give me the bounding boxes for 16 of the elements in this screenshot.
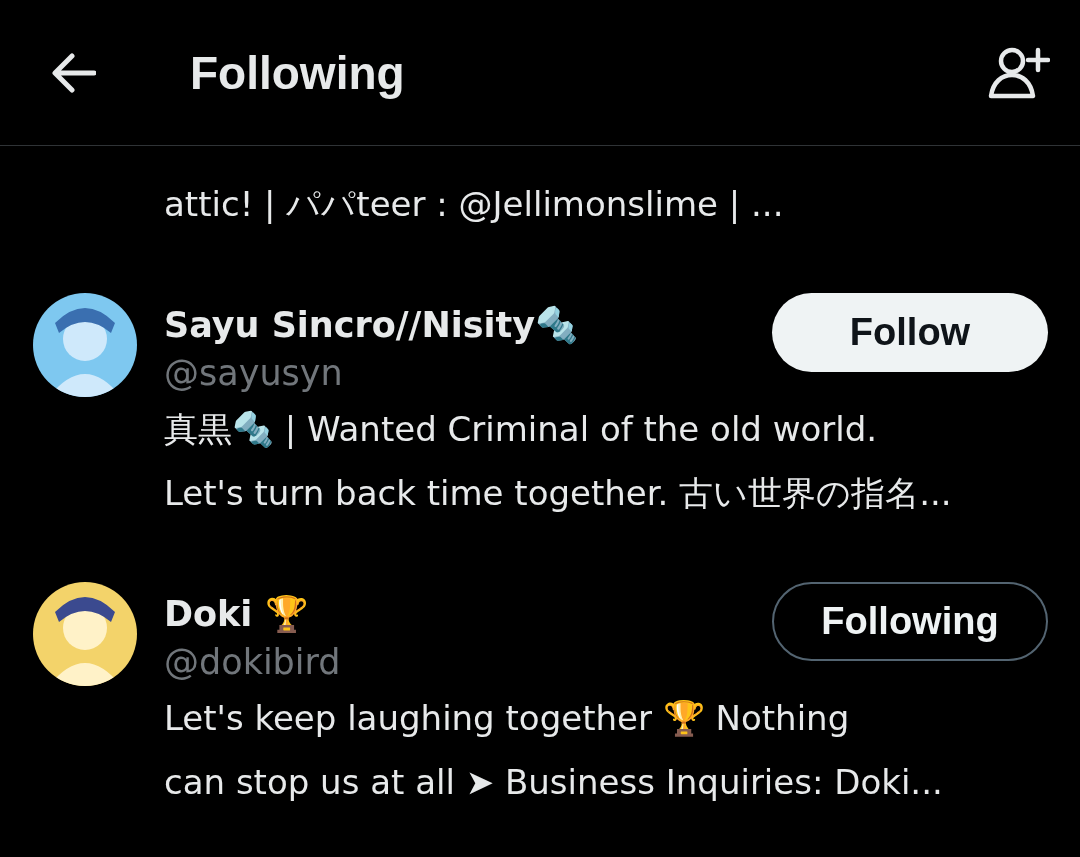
bio-text: Let's turn back time together. 古い世界の指名...: [164, 472, 953, 515]
bio-text: 真黒🔩 | Wanted Criminal of the old world.: [164, 408, 879, 451]
page-title: Following: [190, 45, 406, 100]
user-name: Doki 🏆: [164, 593, 310, 636]
back-arrow-icon: [50, 52, 96, 93]
add-person-icon: [988, 45, 1050, 100]
user-name: Sayu Sincro//Nisity🔩: [164, 304, 580, 347]
back-button[interactable]: [50, 52, 96, 93]
following-button[interactable]: Following: [772, 582, 1048, 661]
user-handle: @sayusyn: [164, 352, 344, 395]
add-person-button[interactable]: [988, 45, 1050, 100]
bio-text: Let's keep laughing together 🏆 Nothing: [164, 697, 851, 740]
follow-button[interactable]: Follow: [772, 293, 1048, 372]
bio-text: can stop us at all ➤ Business Inquiries: Doki...: [164, 761, 944, 804]
user-handle: @dokibird: [164, 641, 341, 684]
bio-text: attic! | パパteer : @Jellimonslime | ...: [164, 183, 785, 226]
